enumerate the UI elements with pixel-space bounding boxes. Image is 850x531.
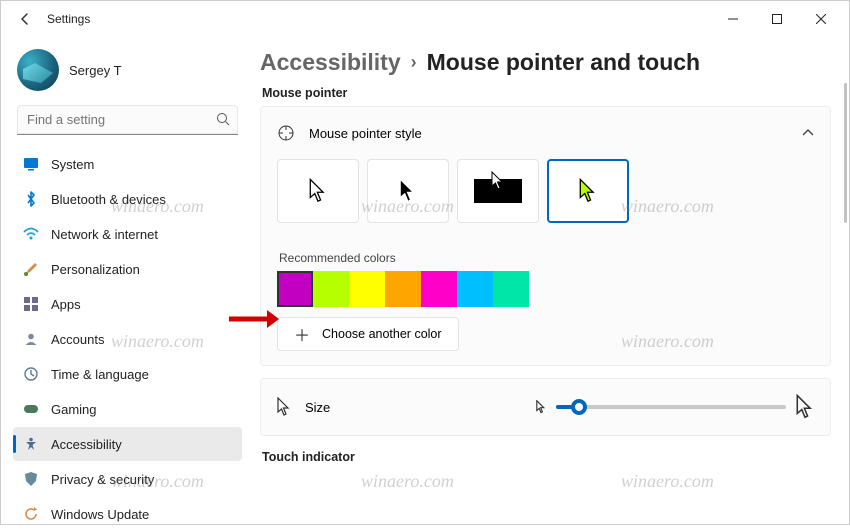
- nav-personalization[interactable]: Personalization: [13, 252, 242, 286]
- search-field[interactable]: [17, 105, 238, 135]
- avatar: [17, 49, 59, 91]
- back-button[interactable]: [11, 5, 39, 33]
- choose-another-color-button[interactable]: ＋ Choose another color: [277, 317, 459, 351]
- maximize-icon: [772, 14, 782, 24]
- scrollbar[interactable]: [844, 83, 847, 223]
- recommended-colors: [261, 271, 830, 307]
- nav-bluetooth[interactable]: Bluetooth & devices: [13, 182, 242, 216]
- nav-network[interactable]: Network & internet: [13, 217, 242, 251]
- apps-icon: [23, 296, 39, 312]
- pointer-style-white[interactable]: [277, 159, 359, 223]
- slider-thumb[interactable]: [571, 399, 587, 415]
- color-swatch-3[interactable]: [385, 271, 421, 307]
- plus-icon: ＋: [294, 322, 310, 346]
- window-title: Settings: [47, 12, 90, 26]
- nav-label: Accounts: [51, 332, 104, 347]
- brush-icon: [23, 261, 39, 277]
- size-card[interactable]: Size: [260, 378, 831, 436]
- nav-label: System: [51, 157, 94, 172]
- color-swatch-4[interactable]: [421, 271, 457, 307]
- cursor-black-icon: [399, 178, 417, 204]
- cursor-icon: [277, 124, 295, 142]
- nav-apps[interactable]: Apps: [13, 287, 242, 321]
- breadcrumb: Accessibility › Mouse pointer and touch: [260, 49, 831, 76]
- search-icon: [216, 112, 230, 126]
- size-label: Size: [305, 400, 330, 415]
- pointer-style-card: Mouse pointer style: [260, 106, 831, 366]
- user-profile[interactable]: Sergey T: [13, 41, 242, 105]
- nav-list: System Bluetooth & devices Network & int…: [13, 147, 242, 531]
- cursor-large-icon: [796, 394, 814, 420]
- pointer-style-title: Mouse pointer style: [309, 126, 422, 141]
- nav-privacy[interactable]: Privacy & security: [13, 462, 242, 496]
- minimize-button[interactable]: [711, 4, 755, 34]
- nav-label: Accessibility: [51, 437, 122, 452]
- gaming-icon: [23, 401, 39, 417]
- wifi-icon: [23, 226, 39, 242]
- pointer-style-options: [261, 159, 830, 239]
- user-name: Sergey T: [69, 63, 122, 78]
- system-icon: [23, 156, 39, 172]
- titlebar: Settings: [1, 1, 849, 37]
- color-swatch-2[interactable]: [349, 271, 385, 307]
- sidebar: Sergey T System Bluetooth & devices Netw…: [1, 37, 246, 524]
- window-controls: [711, 4, 843, 34]
- minimize-icon: [728, 14, 738, 24]
- maximize-button[interactable]: [755, 4, 799, 34]
- pointer-style-inverted[interactable]: [457, 159, 539, 223]
- choose-another-label: Choose another color: [322, 327, 442, 341]
- section-touch-indicator-label: Touch indicator: [262, 450, 831, 464]
- section-mouse-pointer-label: Mouse pointer: [262, 86, 831, 100]
- cursor-outline-icon: [277, 397, 291, 417]
- recommended-colors-label: Recommended colors: [279, 251, 830, 265]
- nav-update[interactable]: Windows Update: [13, 497, 242, 531]
- shield-icon: [23, 471, 39, 487]
- nav-accessibility[interactable]: Accessibility: [13, 427, 242, 461]
- pointer-style-header[interactable]: Mouse pointer style: [261, 107, 830, 159]
- close-icon: [816, 14, 826, 24]
- nav-label: Gaming: [51, 402, 97, 417]
- pointer-style-custom[interactable]: [547, 159, 629, 223]
- search-input[interactable]: [17, 105, 238, 135]
- color-swatch-1[interactable]: [313, 271, 349, 307]
- nav-label: Bluetooth & devices: [51, 192, 166, 207]
- nav-time[interactable]: Time & language: [13, 357, 242, 391]
- color-swatch-5[interactable]: [457, 271, 493, 307]
- close-button[interactable]: [799, 4, 843, 34]
- arrow-left-icon: [18, 12, 32, 26]
- color-swatch-6[interactable]: [493, 271, 529, 307]
- nav-label: Personalization: [51, 262, 140, 277]
- bluetooth-icon: [23, 191, 39, 207]
- pointer-style-black[interactable]: [367, 159, 449, 223]
- cursor-small-icon: [536, 400, 546, 414]
- cursor-custom-icon: [579, 178, 597, 204]
- nav-label: Windows Update: [51, 507, 149, 522]
- breadcrumb-category[interactable]: Accessibility: [260, 49, 401, 76]
- inverted-preview: [474, 179, 522, 203]
- chevron-right-icon: ›: [411, 52, 417, 73]
- chevron-up-icon[interactable]: [802, 129, 814, 137]
- cursor-white-icon: [309, 178, 327, 204]
- color-swatch-0[interactable]: [277, 271, 313, 307]
- size-slider[interactable]: [556, 405, 786, 409]
- nav-label: Network & internet: [51, 227, 158, 242]
- breadcrumb-page: Mouse pointer and touch: [427, 49, 700, 76]
- nav-gaming[interactable]: Gaming: [13, 392, 242, 426]
- update-icon: [23, 506, 39, 522]
- size-slider-group: [536, 394, 814, 420]
- cursor-inverted-icon: [491, 171, 505, 191]
- person-icon: [23, 331, 39, 347]
- nav-label: Time & language: [51, 367, 149, 382]
- accessibility-icon: [23, 436, 39, 452]
- content-area: Accessibility › Mouse pointer and touch …: [246, 37, 849, 524]
- clock-icon: [23, 366, 39, 382]
- nav-accounts[interactable]: Accounts: [13, 322, 242, 356]
- nav-system[interactable]: System: [13, 147, 242, 181]
- nav-label: Apps: [51, 297, 81, 312]
- nav-label: Privacy & security: [51, 472, 154, 487]
